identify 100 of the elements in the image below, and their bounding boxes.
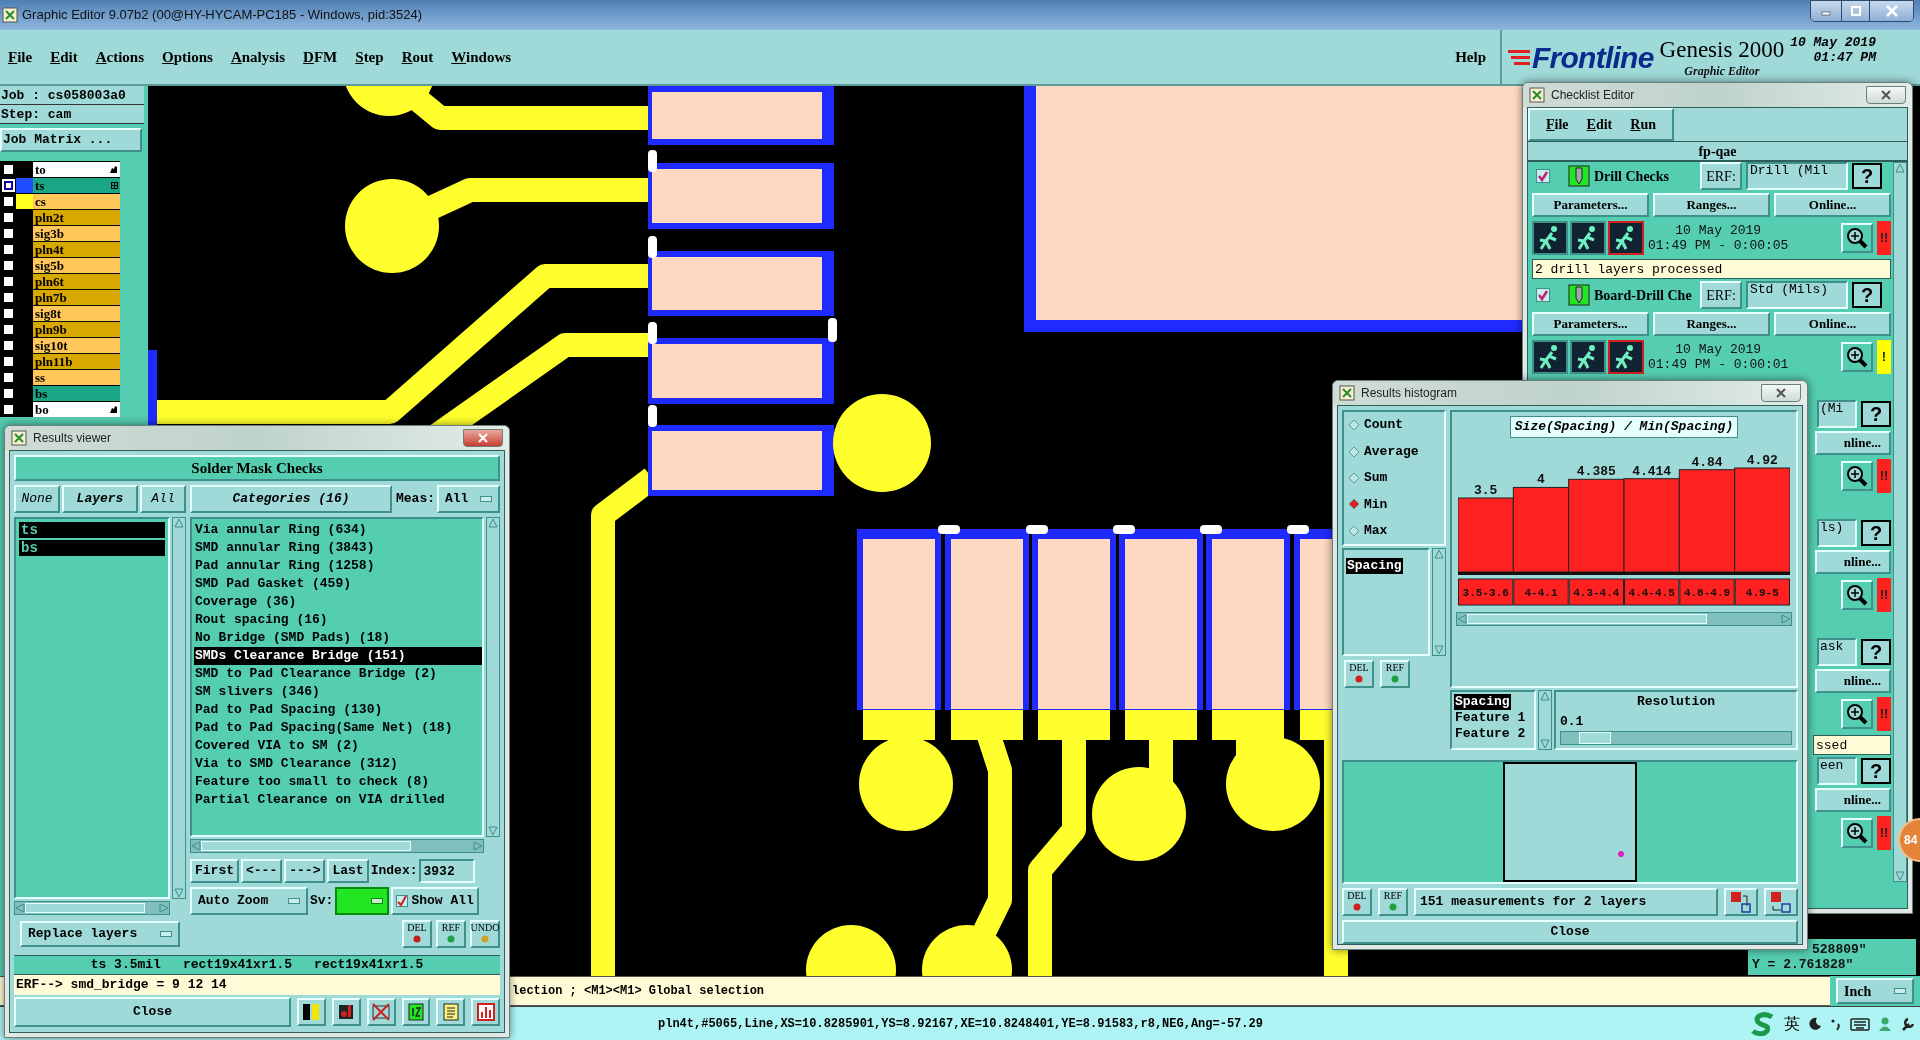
navigation-button[interactable]: First bbox=[190, 859, 239, 883]
menu-item[interactable]: DFM bbox=[303, 45, 338, 69]
maximize-button[interactable] bbox=[1841, 1, 1869, 21]
job-matrix-button[interactable]: Job Matrix ... bbox=[0, 128, 142, 152]
statistic-radio[interactable]: Sum bbox=[1348, 468, 1444, 488]
index-field[interactable]: 3932 bbox=[419, 859, 476, 883]
help-menu[interactable]: Help bbox=[1455, 45, 1486, 69]
erf-field[interactable]: Drill (Mil bbox=[1746, 162, 1848, 190]
layer-row[interactable]: sig3b bbox=[33, 225, 120, 241]
statistic-radio[interactable]: Count bbox=[1348, 415, 1444, 435]
help-button[interactable]: ? bbox=[1852, 163, 1882, 189]
category-item[interactable]: No Bridge (SMD Pads) (18) bbox=[194, 629, 482, 647]
category-item[interactable]: Pad to Pad Spacing(Same Net) (18) bbox=[194, 719, 482, 737]
ime-language[interactable]: 英 bbox=[1784, 1011, 1800, 1036]
category-item[interactable]: SM slivers (346) bbox=[194, 683, 482, 701]
menu-item[interactable]: Run bbox=[1630, 114, 1656, 135]
tool-button[interactable]: REF bbox=[1380, 660, 1410, 688]
statistic-radio[interactable]: Max bbox=[1348, 521, 1444, 541]
zoom-button[interactable] bbox=[1841, 461, 1873, 491]
check-action-button[interactable]: nline... bbox=[1815, 431, 1891, 455]
close-button[interactable]: Close bbox=[14, 997, 292, 1027]
layer-list-item[interactable]: bs bbox=[19, 540, 165, 556]
category-item[interactable]: Pad annular Ring (1258) bbox=[194, 557, 482, 575]
tool-button[interactable]: REF bbox=[436, 920, 466, 948]
erf-button[interactable]: ERF: bbox=[1700, 281, 1742, 309]
erf-button[interactable]: ERF: bbox=[1700, 162, 1742, 190]
layer-row[interactable]: bs bbox=[33, 385, 120, 401]
scrollbar[interactable] bbox=[486, 517, 500, 837]
close-button[interactable]: Close bbox=[1342, 920, 1798, 944]
layer-row[interactable]: pln7b bbox=[33, 289, 120, 305]
scrollbar[interactable] bbox=[1432, 548, 1446, 656]
resolution-slider[interactable] bbox=[1560, 731, 1792, 745]
layer-row[interactable]: sig10t bbox=[33, 337, 120, 353]
erf-field[interactable]: een bbox=[1817, 757, 1857, 785]
toolbar-button[interactable] bbox=[297, 998, 326, 1026]
menu-item[interactable]: Windows bbox=[451, 45, 512, 69]
category-item[interactable]: Covered VIA to SM (2) bbox=[194, 737, 482, 755]
categories-button[interactable]: Categories (16) bbox=[190, 485, 392, 513]
category-item[interactable]: Feature too small to check (8) bbox=[194, 773, 482, 791]
layer-checkbox[interactable] bbox=[2, 274, 15, 288]
help-button[interactable]: ? bbox=[1861, 758, 1891, 784]
layer-row[interactable]: pln6t bbox=[33, 273, 120, 289]
layer-checkbox[interactable] bbox=[2, 354, 15, 368]
close-button[interactable] bbox=[1866, 86, 1906, 104]
tool-button[interactable]: DEL bbox=[402, 920, 432, 948]
layer-row[interactable]: pln2t bbox=[33, 209, 120, 225]
help-button[interactable]: ? bbox=[1861, 401, 1891, 427]
layer-checkbox[interactable] bbox=[2, 338, 15, 352]
layer-list-item[interactable]: ts bbox=[19, 522, 165, 538]
category-item[interactable]: SMDs Clearance Bridge (151) bbox=[194, 647, 482, 665]
category-item[interactable]: SMD annular Ring (3843) bbox=[194, 539, 482, 557]
check-action-button[interactable]: Parameters... bbox=[1532, 193, 1649, 217]
layer-checkbox[interactable] bbox=[2, 258, 15, 272]
navigation-button[interactable]: ---> bbox=[284, 859, 326, 883]
layer-row[interactable]: to bbox=[33, 161, 120, 177]
tool-button[interactable]: DEL bbox=[1342, 888, 1372, 916]
check-action-button[interactable]: nline... bbox=[1815, 788, 1891, 812]
histogram-bar[interactable] bbox=[1678, 468, 1736, 572]
erf-field[interactable]: Std (Mils) bbox=[1746, 281, 1848, 309]
layer-checkbox[interactable] bbox=[2, 210, 15, 224]
tool-button[interactable]: DEL bbox=[1344, 660, 1374, 688]
tool-button[interactable]: UNDO bbox=[470, 920, 500, 948]
layer-row[interactable]: sig8t bbox=[33, 305, 120, 321]
zoom-button[interactable] bbox=[1841, 580, 1873, 610]
layer-row[interactable]: ts bbox=[33, 177, 120, 193]
replace-layers-dropdown[interactable]: Replace layers bbox=[20, 921, 180, 947]
menu-item[interactable]: File bbox=[1546, 114, 1569, 135]
show-all-checkbox[interactable]: Show All bbox=[391, 887, 479, 915]
export-button[interactable] bbox=[1724, 888, 1758, 916]
layer-checkbox[interactable] bbox=[2, 242, 15, 256]
measure-list-item[interactable]: Spacing bbox=[1454, 694, 1511, 710]
close-button[interactable] bbox=[463, 429, 503, 447]
toolbar-button[interactable] bbox=[331, 998, 361, 1026]
category-item[interactable]: Rout spacing (16) bbox=[194, 611, 482, 629]
toolbar-button[interactable] bbox=[401, 998, 431, 1026]
check-action-button[interactable]: nline... bbox=[1815, 669, 1891, 693]
layer-filter-button[interactable]: None bbox=[14, 485, 60, 513]
check-action-button[interactable]: Ranges... bbox=[1653, 312, 1770, 336]
navigation-button[interactable]: Last bbox=[327, 859, 369, 883]
measure-list-item[interactable]: Feature 2 bbox=[1454, 726, 1527, 742]
layer-row[interactable]: pln9b bbox=[33, 321, 120, 337]
layer-checkbox[interactable] bbox=[2, 306, 15, 320]
statistic-radio[interactable]: Average bbox=[1348, 441, 1444, 462]
category-item[interactable]: SMD Pad Gasket (459) bbox=[194, 575, 482, 593]
close-button[interactable] bbox=[1761, 384, 1801, 402]
check-action-button[interactable]: Online... bbox=[1774, 193, 1891, 217]
entry-checkbox[interactable] bbox=[1536, 288, 1550, 302]
entry-checkbox[interactable] bbox=[1536, 169, 1550, 183]
category-item[interactable]: Partial Clearance on VIA drilled bbox=[194, 791, 482, 809]
measure-list-item[interactable]: Feature 1 bbox=[1454, 710, 1527, 726]
menu-item[interactable]: Edit bbox=[50, 45, 78, 69]
tool-button[interactable]: REF bbox=[1378, 888, 1408, 916]
menu-item[interactable]: File bbox=[8, 45, 33, 69]
layer-row[interactable]: cs bbox=[33, 193, 120, 209]
layer-checkbox[interactable] bbox=[2, 162, 15, 176]
layer-checkbox[interactable] bbox=[2, 194, 15, 208]
export-button[interactable] bbox=[1764, 888, 1798, 916]
layer-row[interactable]: sig5b bbox=[33, 257, 120, 273]
units-dropdown[interactable]: Inch bbox=[1836, 978, 1914, 1004]
close-button[interactable] bbox=[1869, 1, 1913, 21]
